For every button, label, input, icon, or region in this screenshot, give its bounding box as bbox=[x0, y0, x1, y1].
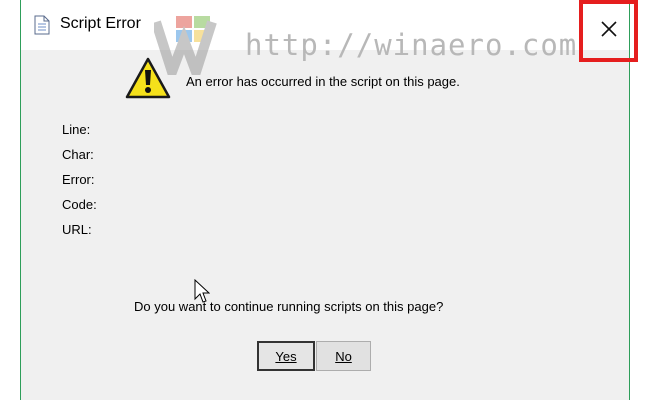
continue-question: Do you want to continue running scripts … bbox=[134, 299, 444, 314]
close-button[interactable] bbox=[579, 0, 638, 62]
close-icon bbox=[600, 20, 618, 43]
char-label: Char: bbox=[62, 147, 94, 162]
url-label: URL: bbox=[62, 222, 92, 237]
document-icon bbox=[34, 15, 50, 35]
line-label: Line: bbox=[62, 122, 91, 137]
window-title: Script Error bbox=[60, 15, 141, 32]
title-bar[interactable]: Script Error http://winaero.com bbox=[21, 0, 638, 88]
yes-button[interactable]: Yes bbox=[257, 341, 315, 371]
no-button[interactable]: No bbox=[316, 341, 371, 371]
warning-icon bbox=[125, 56, 171, 100]
error-label: Error: bbox=[62, 172, 95, 187]
error-message: An error has occurred in the script on t… bbox=[186, 74, 460, 89]
script-error-dialog: Script Error http://winaero.com An error… bbox=[20, 0, 638, 400]
no-button-label: No bbox=[335, 348, 352, 364]
watermark-url: http://winaero.com bbox=[245, 28, 578, 62]
yes-button-label: Yes bbox=[275, 348, 297, 364]
code-label: Code: bbox=[62, 197, 97, 212]
